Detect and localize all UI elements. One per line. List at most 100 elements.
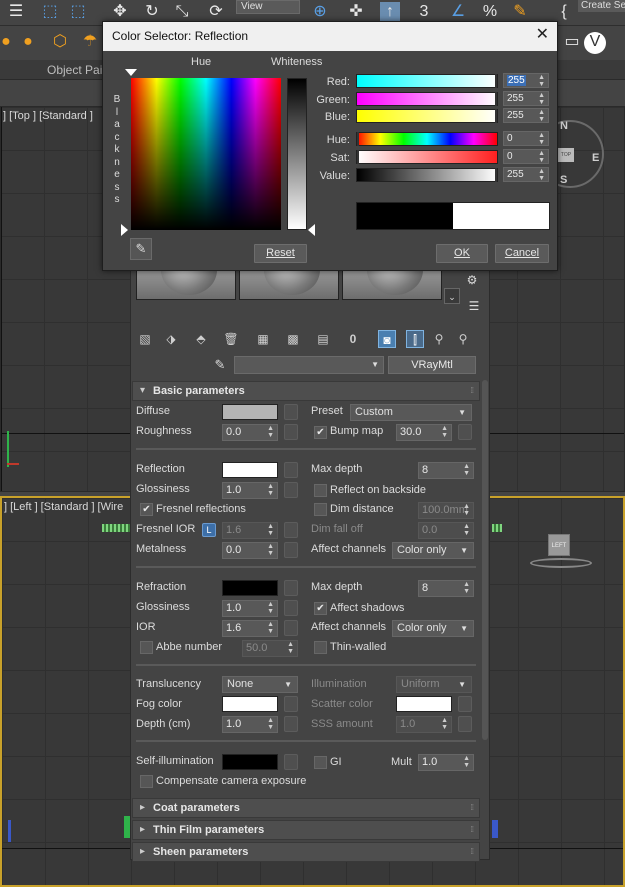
sss-amount-spinner[interactable]: 1.0 ▲ ▼ xyxy=(396,716,452,733)
eyedropper-icon[interactable]: ✎ xyxy=(212,357,228,373)
assign-to-selection-icon[interactable]: ⬘ xyxy=(192,330,210,348)
blue-slider[interactable] xyxy=(356,109,498,123)
mult-spinner[interactable]: 1.0 ▲ ▼ xyxy=(418,754,474,771)
viewport-left-label[interactable]: ] [Left ] [Standard ] [Wire xyxy=(4,501,123,513)
diffuse-swatch[interactable] xyxy=(222,404,278,420)
glossiness-map-button[interactable] xyxy=(284,482,298,498)
pivot-icon[interactable]: ⊕ xyxy=(310,2,330,22)
place-icon[interactable]: ⟳ xyxy=(206,2,226,22)
refraction-swatch[interactable] xyxy=(222,580,278,596)
show-end-result-icon[interactable]: ⫿ xyxy=(406,330,424,348)
abbe-spinner[interactable]: 50.0 ▲ ▼ xyxy=(242,640,298,657)
bump-map-checkbox[interactable]: ✔ xyxy=(314,426,327,439)
scatter-color-map-button[interactable] xyxy=(458,696,472,712)
spinner-snap-icon[interactable]: ✎ xyxy=(510,2,530,22)
bump-map-spinner[interactable]: 30.0 ▲ ▼ xyxy=(396,424,452,441)
ior-map-button[interactable] xyxy=(284,620,298,636)
reflect-backside-checkbox[interactable] xyxy=(314,484,327,497)
go-to-parent-icon[interactable]: ⚲ xyxy=(430,330,448,348)
whiteness-pointer[interactable] xyxy=(308,224,315,236)
reflection-swatch[interactable] xyxy=(222,462,278,478)
show-shaded-material-icon[interactable]: ◙ xyxy=(378,330,396,348)
thin-film-parameters-rollout[interactable]: ▸ Thin Film parameters ⁞⁞ xyxy=(132,820,480,840)
fog-color-swatch[interactable] xyxy=(222,696,278,712)
vray-frame-icon[interactable]: ▭ xyxy=(562,32,582,52)
panel-scrollbar[interactable] xyxy=(482,380,488,740)
get-material-icon[interactable]: ▧ xyxy=(136,330,154,348)
vray-logo-icon[interactable]: V xyxy=(584,32,606,54)
viewcube-box[interactable]: TOP xyxy=(558,148,574,162)
viewport-top-label[interactable]: ] [Top ] [Standard ] xyxy=(3,110,93,122)
keyboard-shortcut-icon[interactable]: ↑ xyxy=(380,2,400,22)
red-slider[interactable] xyxy=(356,74,498,88)
sample-slot[interactable] xyxy=(136,268,236,300)
scale-icon[interactable]: ⤡ xyxy=(172,2,192,22)
sample-slot[interactable] xyxy=(342,268,442,300)
angle-snap-icon[interactable]: ∠ xyxy=(448,2,468,22)
metalness-map-button[interactable] xyxy=(284,542,298,558)
sheen-parameters-rollout[interactable]: ▸ Sheen parameters ⁞⁞ xyxy=(132,842,480,862)
ior-spinner[interactable]: 1.6 ▲ ▼ xyxy=(222,620,278,637)
dim-distance-spinner[interactable]: 100.0mm ▲ ▼ xyxy=(418,502,474,519)
delete-icon[interactable]: 🗑 xyxy=(222,330,240,348)
metalness-spinner[interactable]: 0.0 ▲ ▼ xyxy=(222,542,278,559)
chevron-down-icon[interactable]: ⌄ xyxy=(444,288,460,304)
sphere-icon[interactable]: ● xyxy=(18,32,38,52)
put-to-scene-icon[interactable]: ⬗ xyxy=(162,330,180,348)
make-unique-icon[interactable]: ▦ xyxy=(254,330,272,348)
depth-spinner[interactable]: 1.0 ▲ ▼ xyxy=(222,716,278,733)
hue-blackness-field[interactable] xyxy=(131,78,281,230)
coat-parameters-rollout[interactable]: ▸ Coat parameters ⁞⁞ xyxy=(132,798,480,818)
geosphere-icon[interactable]: ⬡ xyxy=(50,32,70,52)
material-name-dropdown[interactable]: ▼ xyxy=(234,356,384,374)
options-list-icon[interactable]: ☰ xyxy=(466,298,482,314)
fresnel-ior-lock-button[interactable]: L xyxy=(202,523,216,537)
slider-marker[interactable] xyxy=(495,168,497,182)
preset-dropdown[interactable]: Custom ▼ xyxy=(350,404,472,421)
self-illumination-map-button[interactable] xyxy=(284,754,298,770)
slider-marker[interactable] xyxy=(495,74,497,88)
viewcube-box[interactable]: LEFT xyxy=(548,534,570,556)
ok-button[interactable]: OK xyxy=(436,244,488,263)
viewcube-left[interactable]: LEFT xyxy=(530,530,594,570)
sat-spinner[interactable]: 0 ▲ ▼ xyxy=(503,149,549,164)
close-icon[interactable]: ✕ xyxy=(536,27,549,43)
basic-parameters-rollout[interactable]: ▾ Basic parameters ⁞⁞ xyxy=(132,381,480,401)
sample-type-icon[interactable]: ⚙ xyxy=(464,272,480,288)
roughness-map-button[interactable] xyxy=(284,424,298,440)
light-icon[interactable]: ☂ xyxy=(80,32,100,52)
put-to-library-icon[interactable]: ▩ xyxy=(284,330,302,348)
glossiness-map-button[interactable] xyxy=(284,600,298,616)
slider-marker[interactable] xyxy=(495,92,497,106)
illumination-dropdown[interactable]: Uniform ▼ xyxy=(396,676,472,693)
glossiness-spinner[interactable]: 1.0 ▲ ▼ xyxy=(222,482,278,499)
depth-map-button[interactable] xyxy=(284,716,298,732)
hue-spinner[interactable]: 0 ▲ ▼ xyxy=(503,131,549,146)
dim-falloff-spinner[interactable]: 0.0 ▲ ▼ xyxy=(418,522,474,539)
blue-spinner[interactable]: 255 ▲ ▼ xyxy=(503,108,549,123)
self-illumination-swatch[interactable] xyxy=(222,754,278,770)
refraction-map-button[interactable] xyxy=(284,580,298,596)
rotate-icon[interactable]: ↻ xyxy=(142,2,162,22)
glossiness-spinner[interactable]: 1.0 ▲ ▼ xyxy=(222,600,278,617)
material-id-icon[interactable]: ▤ xyxy=(314,330,332,348)
roughness-spinner[interactable]: 0.0 ▲ ▼ xyxy=(222,424,278,441)
slider-marker[interactable] xyxy=(357,150,359,164)
reference-coord-dropdown[interactable]: View xyxy=(236,0,300,14)
compensate-checkbox[interactable] xyxy=(140,775,153,788)
green-spinner[interactable]: 255 ▲ ▼ xyxy=(503,91,549,106)
dialog-titlebar[interactable]: Color Selector: Reflection ✕ xyxy=(103,22,557,51)
snaps-toggle-icon[interactable]: 3 xyxy=(414,2,434,22)
slider-marker[interactable] xyxy=(357,132,359,146)
thin-walled-checkbox[interactable] xyxy=(314,641,327,654)
bump-map-button[interactable] xyxy=(458,424,472,440)
sample-slot[interactable] xyxy=(239,268,339,300)
select-region-icon[interactable]: ⬚ xyxy=(40,2,60,22)
hue-pointer[interactable] xyxy=(125,69,137,76)
sss-amount-map-button[interactable] xyxy=(458,716,472,732)
go-forward-sibling-icon[interactable]: ⚲ xyxy=(454,330,472,348)
fog-color-map-button[interactable] xyxy=(284,696,298,712)
dim-distance-checkbox[interactable] xyxy=(314,503,327,516)
red-spinner[interactable]: 255 ▲ ▼ xyxy=(503,73,549,88)
material-id-channel-icon[interactable]: 0 xyxy=(344,330,362,348)
